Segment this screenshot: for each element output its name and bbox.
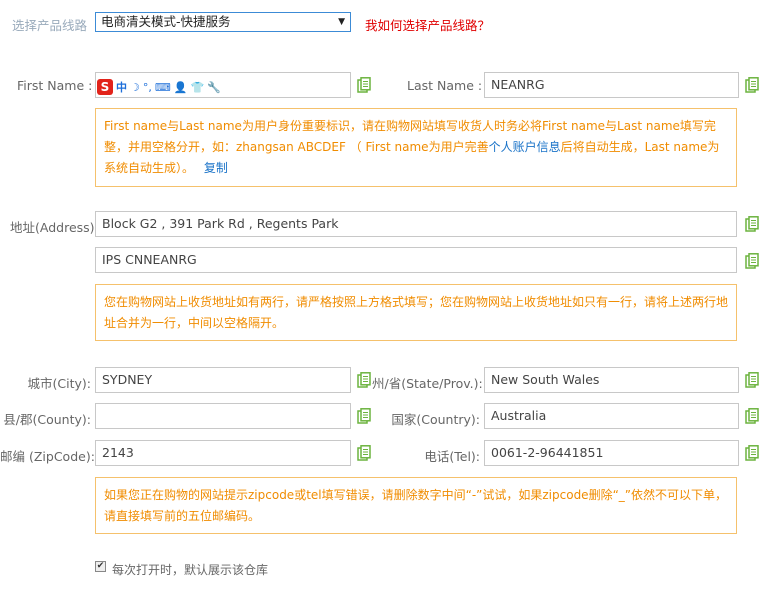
first-name-label: First Name : xyxy=(17,78,93,93)
moon-icon: ☽ xyxy=(130,80,140,94)
keyboard-icon: ⌨ xyxy=(154,80,171,94)
last-name-input[interactable]: NEANRG xyxy=(484,72,739,98)
sogou-logo-icon: S xyxy=(97,79,113,95)
account-info-link[interactable]: 个人账户信息 xyxy=(489,140,561,154)
address-label: 地址(Address): xyxy=(10,220,99,235)
copy-icon[interactable] xyxy=(745,253,759,269)
copy-icon[interactable] xyxy=(357,445,371,461)
copy-icon[interactable] xyxy=(745,408,759,424)
user-icon: 👤 xyxy=(173,80,188,94)
default-warehouse-label: 每次打开时，默认展示该仓库 xyxy=(112,563,269,577)
country-label: 国家(Country): xyxy=(391,412,480,427)
ime-toolbar: S 中 ☽ °, ⌨ 👤 👕 🔧 xyxy=(97,77,221,97)
wrench-icon: 🔧 xyxy=(207,80,221,94)
last-name-label: Last Name : xyxy=(407,78,483,93)
copy-icon[interactable] xyxy=(745,216,759,232)
address-note: 您在购物网站上收货地址如有两行，请严格按照上方格式填写；您在购物网站上收货地址如… xyxy=(95,284,737,341)
chinese-mode-icon: 中 xyxy=(116,81,127,94)
zipcode-label: 邮编 (ZipCode): xyxy=(0,449,95,464)
route-label: 选择产品线路 xyxy=(12,18,88,33)
state-input[interactable]: New South Wales xyxy=(484,367,739,393)
copy-icon[interactable] xyxy=(357,372,371,388)
name-note: First name与Last name为用户身份重要标识，请在购物网站填写收货… xyxy=(95,108,737,187)
state-label: 州/省(State/Prov.): xyxy=(372,376,483,391)
copy-link[interactable]: 复制 xyxy=(204,161,228,175)
default-warehouse-checkbox[interactable]: ✔ xyxy=(95,561,106,572)
route-select[interactable]: 电商清关模式-快捷服务 ▼ xyxy=(95,12,351,32)
tel-input[interactable]: 0061-2-96441851 xyxy=(484,440,739,466)
copy-icon[interactable] xyxy=(745,445,759,461)
route-help-link[interactable]: 我如何选择产品线路？ xyxy=(365,15,490,34)
tel-label: 电话(Tel): xyxy=(424,449,480,464)
copy-icon[interactable] xyxy=(745,77,759,93)
country-input[interactable]: Australia xyxy=(484,403,739,429)
copy-icon[interactable] xyxy=(357,408,371,424)
city-input[interactable]: SYDNEY xyxy=(95,367,351,393)
zipcode-note: 如果您正在购物的网站提示zipcode或tel填写错误，请删除数字中间“-”试试… xyxy=(95,477,737,534)
county-label: 县/郡(County): xyxy=(3,412,91,427)
county-input[interactable] xyxy=(95,403,351,429)
city-label: 城市(City): xyxy=(27,376,91,391)
shirt-icon: 👕 xyxy=(190,80,205,94)
route-select-value: 电商清关模式-快捷服务 xyxy=(101,14,231,29)
dropdown-arrow-icon: ▼ xyxy=(338,17,345,27)
address-line2-input[interactable]: IPS CNNEANRG xyxy=(95,247,737,273)
address-line1-input[interactable]: Block G2 , 391 Park Rd , Regents Park xyxy=(95,211,737,237)
punctuation-icon: °, xyxy=(142,80,152,94)
copy-icon[interactable] xyxy=(357,77,371,93)
copy-icon[interactable] xyxy=(745,372,759,388)
zipcode-input[interactable]: 2143 xyxy=(95,440,351,466)
